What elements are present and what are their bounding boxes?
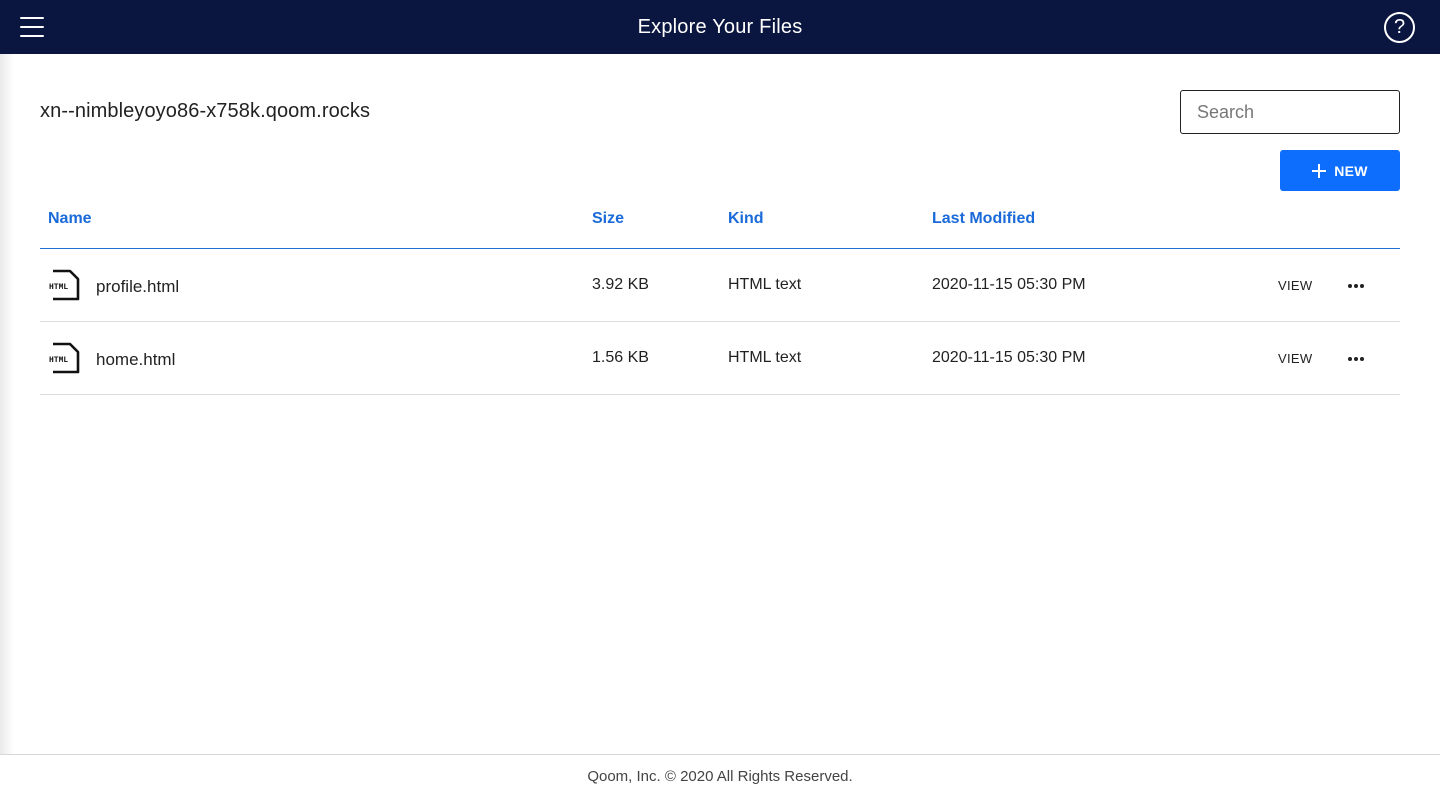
top-navigation-bar: Explore Your Files ? bbox=[0, 0, 1440, 54]
domain-title: xn--nimbleyoyo86-x758k.qoom.rocks bbox=[40, 100, 371, 122]
search-input[interactable] bbox=[1180, 90, 1400, 134]
question-mark-icon[interactable]: ? bbox=[1384, 12, 1415, 43]
more-options-icon[interactable] bbox=[1346, 276, 1366, 294]
file-size: 1.56 KB bbox=[592, 349, 649, 366]
footer-copyright: Qoom, Inc. © 2020 All Rights Reserved. bbox=[0, 754, 1440, 798]
svg-text:HTML: HTML bbox=[49, 356, 68, 365]
file-kind: HTML text bbox=[728, 276, 802, 293]
sidebar-shadow bbox=[0, 54, 14, 754]
page-title: Explore Your Files bbox=[637, 16, 803, 38]
column-header-last-modified[interactable]: Last Modified bbox=[932, 210, 1035, 228]
file-size: 3.92 KB bbox=[592, 276, 649, 293]
file-kind: HTML text bbox=[728, 349, 802, 366]
table-row[interactable]: HTML home.html 1.56 KB HTML text 2020-11… bbox=[40, 322, 1400, 395]
table-header: Name Size Kind Last Modified bbox=[40, 200, 1400, 249]
column-header-name[interactable]: Name bbox=[48, 210, 92, 228]
file-name[interactable]: home.html bbox=[96, 350, 175, 370]
file-modified: 2020-11-15 05:30 PM bbox=[932, 349, 1086, 366]
new-button-label: NEW bbox=[1334, 162, 1368, 179]
view-link[interactable]: VIEW bbox=[1278, 351, 1312, 366]
html-file-icon: HTML bbox=[49, 342, 80, 374]
column-header-size[interactable]: Size bbox=[592, 210, 624, 228]
file-modified: 2020-11-15 05:30 PM bbox=[932, 276, 1086, 293]
new-file-button[interactable]: NEW bbox=[1280, 150, 1400, 191]
plus-icon bbox=[1312, 163, 1327, 178]
file-name[interactable]: profile.html bbox=[96, 277, 179, 297]
more-options-icon[interactable] bbox=[1346, 349, 1366, 367]
svg-text:HTML: HTML bbox=[49, 283, 68, 292]
html-file-icon: HTML bbox=[49, 269, 80, 301]
table-row[interactable]: HTML profile.html 3.92 KB HTML text 2020… bbox=[40, 249, 1400, 322]
view-link[interactable]: VIEW bbox=[1278, 278, 1312, 293]
column-header-kind[interactable]: Kind bbox=[728, 210, 764, 228]
